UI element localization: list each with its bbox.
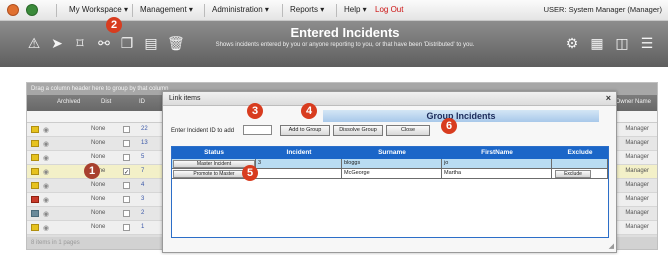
view-icon[interactable]: ◉ bbox=[43, 182, 49, 190]
checkbox[interactable] bbox=[123, 210, 130, 217]
exclude-cell: Exclude bbox=[552, 169, 608, 179]
new-incident-icon[interactable]: ⚠ bbox=[26, 35, 42, 51]
columns-icon[interactable]: ◫ bbox=[614, 35, 630, 51]
callout-badge-4: 4 bbox=[301, 103, 317, 119]
callout-badge-1: 1 bbox=[84, 163, 100, 179]
checkbox[interactable] bbox=[123, 224, 130, 231]
bookmark-icon[interactable]: ⌑ bbox=[72, 35, 88, 51]
exclude-button[interactable]: Exclude bbox=[555, 170, 591, 178]
nav-divider bbox=[282, 4, 283, 17]
folder-icon bbox=[31, 168, 39, 175]
link-icon[interactable]: ⚯ bbox=[96, 35, 112, 51]
delete-icon[interactable]: 🗑 bbox=[167, 35, 185, 51]
checkbox[interactable] bbox=[123, 140, 130, 147]
incident-id-input[interactable] bbox=[243, 125, 272, 135]
link-items-dialog: Link items × Group Incidents Enter Incid… bbox=[162, 91, 617, 253]
linked-icon bbox=[31, 210, 39, 217]
dialog-titlebar[interactable]: Link items × bbox=[163, 92, 616, 106]
nav-divider bbox=[56, 4, 57, 17]
nav-divider bbox=[132, 4, 133, 17]
copy-icon[interactable]: ❐ bbox=[119, 35, 135, 51]
view-icon[interactable]: ◉ bbox=[43, 196, 49, 204]
table-view-icon[interactable]: ▦ bbox=[589, 35, 605, 51]
top-navigation-bar: My Workspace ▾ Management ▾ Administrati… bbox=[0, 0, 668, 21]
dissolve-group-button[interactable]: Dissolve Group bbox=[333, 125, 383, 136]
firstname-cell: Martha bbox=[442, 169, 552, 179]
nav-item-my-workspace[interactable]: My Workspace ▾ bbox=[69, 5, 128, 14]
incident-cell bbox=[256, 169, 342, 179]
callout-badge-2: 2 bbox=[106, 17, 122, 33]
checkbox[interactable] bbox=[123, 182, 130, 189]
add-to-group-button[interactable]: Add to Group bbox=[280, 125, 330, 136]
settings-icon[interactable]: ⚙ bbox=[564, 35, 580, 51]
checkbox[interactable] bbox=[123, 196, 130, 203]
incident-cell: 3 bbox=[256, 159, 342, 169]
column-id[interactable]: ID bbox=[139, 99, 145, 105]
firstname-cell: jo bbox=[442, 159, 552, 169]
master-incident-button[interactable]: Master Incident bbox=[173, 160, 255, 168]
table-header: Status Incident Surname FirstName Exclud… bbox=[172, 147, 608, 159]
group-incidents-heading: Group Incidents bbox=[323, 110, 599, 122]
column-incident: Incident bbox=[286, 149, 312, 156]
column-status: Status bbox=[204, 149, 224, 156]
nav-item-administration[interactable]: Administration ▾ bbox=[212, 5, 269, 14]
resize-handle-icon[interactable]: ◢ bbox=[609, 242, 614, 250]
checkbox[interactable] bbox=[123, 154, 130, 161]
close-button[interactable]: Close bbox=[386, 125, 430, 136]
column-owner-name[interactable]: Owner Name bbox=[616, 99, 651, 105]
surname-cell: McGeorge bbox=[342, 169, 442, 179]
folder-icon bbox=[31, 126, 39, 133]
folder-icon bbox=[31, 154, 39, 161]
nav-item-help[interactable]: Help ▾ bbox=[344, 5, 367, 14]
callout-badge-3: 3 bbox=[247, 103, 263, 119]
home-icon[interactable] bbox=[26, 4, 38, 16]
table-row: Master Incident 3 bloggs jo bbox=[172, 159, 608, 169]
callout-badge-5: 5 bbox=[242, 165, 258, 181]
folder-icon bbox=[31, 224, 39, 231]
page-toolbar: ⚠ ➤ ⌑ ⚯ ❐ ▤ 🗑 Entered Incidents Shows in… bbox=[0, 21, 668, 67]
flag-icon bbox=[31, 196, 39, 203]
page-title: Entered Incidents bbox=[290, 25, 400, 40]
column-archived[interactable]: Archived bbox=[57, 99, 80, 105]
view-icon[interactable]: ◉ bbox=[43, 168, 49, 176]
view-icon[interactable]: ◉ bbox=[43, 210, 49, 218]
table-row: Promote to Master McGeorge Martha Exclud… bbox=[172, 169, 608, 179]
exclude-cell bbox=[552, 159, 608, 169]
logout-link[interactable]: Log Out bbox=[375, 5, 403, 14]
send-icon[interactable]: ➤ bbox=[49, 35, 65, 51]
column-firstname: FirstName bbox=[481, 149, 513, 156]
nav-divider bbox=[336, 4, 337, 17]
view-icon[interactable]: ◉ bbox=[43, 140, 49, 148]
app-logo-icon[interactable] bbox=[7, 4, 19, 16]
checkbox[interactable] bbox=[123, 126, 130, 133]
column-exclude: Exclude bbox=[567, 149, 593, 156]
close-icon[interactable]: × bbox=[606, 93, 611, 103]
group-incidents-table: Status Incident Surname FirstName Exclud… bbox=[171, 146, 609, 238]
print-icon[interactable]: ▤ bbox=[143, 35, 159, 51]
view-icon[interactable]: ◉ bbox=[43, 126, 49, 134]
column-surname: Surname bbox=[378, 149, 406, 156]
surname-cell: bloggs bbox=[342, 159, 442, 169]
user-info: USER: System Manager (Manager) bbox=[543, 5, 662, 14]
folder-icon bbox=[31, 182, 39, 189]
page-subtitle: Shows incidents entered by you or anyone… bbox=[215, 42, 475, 48]
view-icon[interactable]: ◉ bbox=[43, 224, 49, 232]
nav-item-reports[interactable]: Reports ▾ bbox=[290, 5, 324, 14]
incident-id-label: Enter Incident ID to add bbox=[171, 128, 235, 134]
checkbox[interactable]: ✓ bbox=[123, 168, 130, 176]
column-dist[interactable]: Dist bbox=[101, 99, 111, 105]
view-icon[interactable]: ◉ bbox=[43, 154, 49, 162]
nav-item-management[interactable]: Management ▾ bbox=[140, 5, 193, 14]
dialog-title: Link items bbox=[169, 95, 201, 102]
nav-divider bbox=[204, 4, 205, 17]
callout-badge-6: 6 bbox=[441, 118, 457, 134]
folder-icon bbox=[31, 140, 39, 147]
tree-view-icon[interactable]: ☰ bbox=[639, 35, 655, 51]
